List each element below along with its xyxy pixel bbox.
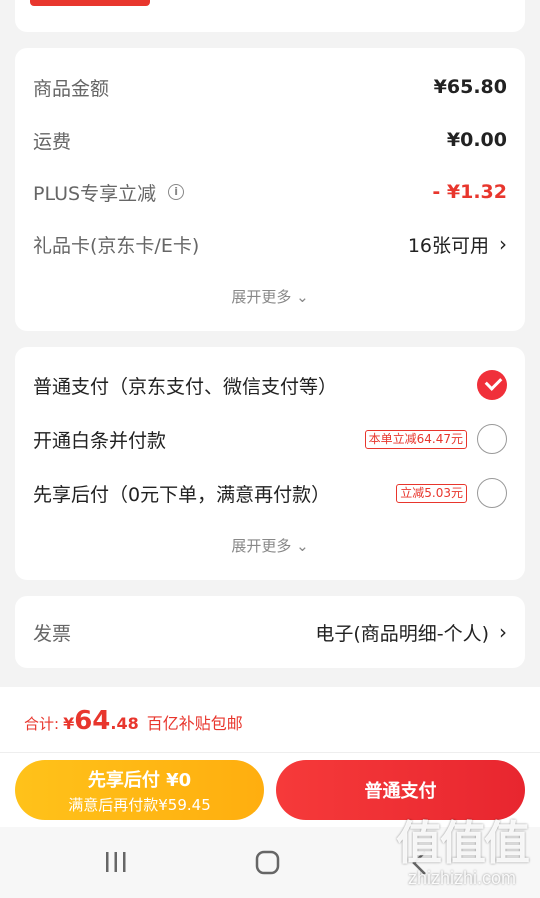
- plus-discount-label: PLUS专享立减: [33, 182, 157, 205]
- total-integer: 64: [74, 706, 111, 736]
- gift-card-label: 礼品卡(京东卡/E卡): [33, 234, 200, 257]
- goods-amount-row: 商品金额 ¥65.80: [33, 72, 507, 102]
- total-decimal: .48: [110, 714, 139, 733]
- watermark-title: 值值值: [396, 816, 530, 870]
- chevron-right-icon: ›: [499, 232, 507, 256]
- subsidy-label: 百亿补贴包邮: [146, 714, 243, 733]
- payment-method-card: 普通支付（京东支付、微信支付等） 开通白条并付款 本单立减64.47元 先享后付…: [15, 347, 525, 580]
- goods-amount-label: 商品金额: [33, 77, 110, 100]
- invoice-label: 发票: [33, 622, 72, 645]
- chevron-down-icon: ⌄: [296, 288, 309, 306]
- total-label: 合计:: [24, 715, 60, 733]
- info-icon[interactable]: i: [168, 184, 185, 200]
- payment-option-right: 立减5.03元: [396, 478, 507, 508]
- payment-option-label: 开通白条并付款: [33, 429, 167, 452]
- plus-discount-row: PLUS专享立减 i - ¥1.32: [33, 177, 507, 207]
- payment-option-label: 先享后付（0元下单，满意再付款）: [33, 483, 331, 506]
- normal-pay-label: 普通支付: [364, 781, 437, 802]
- pay-later-title: 先享后付 ¥0: [87, 769, 192, 791]
- expand-more-label: 展开更多: [231, 537, 292, 555]
- expand-more-payment-button[interactable]: 展开更多 ⌄: [15, 535, 525, 556]
- payment-option-pay-later[interactable]: 先享后付（0元下单，满意再付款） 立减5.03元: [33, 478, 507, 508]
- freight-row: 运费 ¥0.00: [33, 125, 507, 155]
- payment-option-normal[interactable]: 普通支付（京东支付、微信支付等）: [33, 370, 507, 400]
- radio-empty-icon[interactable]: [477, 424, 507, 454]
- price-summary-card: 商品金额 ¥65.80 运费 ¥0.00 PLUS专享立减 i - ¥1.32 …: [15, 48, 525, 331]
- normal-pay-button[interactable]: 普通支付: [276, 760, 525, 820]
- invoice-value-wrap: 电子(商品明细-个人) ›: [315, 619, 507, 646]
- invoice-value: 电子(商品明细-个人): [315, 622, 489, 645]
- check-circle-icon[interactable]: [477, 370, 507, 400]
- goods-amount-value: ¥65.80: [433, 76, 507, 98]
- plus-discount-label-wrap: PLUS专享立减 i: [33, 179, 185, 206]
- gift-card-row[interactable]: 礼品卡(京东卡/E卡) 16张可用 ›: [33, 229, 507, 259]
- plus-discount-value: - ¥1.32: [432, 181, 507, 203]
- payment-option-baitiao[interactable]: 开通白条并付款 本单立减64.47元: [33, 424, 507, 454]
- watermark-url: zhizhizhi.com: [407, 868, 517, 888]
- chevron-right-icon: ›: [499, 620, 507, 644]
- watermark-logo: 值值值 zhizhizhi.com: [396, 816, 530, 888]
- pay-later-subtitle: 满意后再付款¥59.45: [68, 795, 211, 814]
- divider: [0, 752, 540, 753]
- total-currency: ¥: [63, 714, 75, 733]
- expand-more-button[interactable]: 展开更多 ⌄: [15, 286, 525, 307]
- gift-card-value: 16张可用: [407, 234, 489, 257]
- gift-card-value-wrap: 16张可用 ›: [408, 231, 507, 258]
- freight-value: ¥0.00: [446, 129, 507, 151]
- radio-empty-icon[interactable]: [477, 478, 507, 508]
- discount-tag: 立减5.03元: [396, 483, 467, 503]
- chevron-down-icon: ⌄: [296, 537, 309, 555]
- payment-option-right: 本单立减64.47元: [364, 424, 507, 454]
- home-icon[interactable]: [255, 850, 281, 876]
- pay-later-button[interactable]: 先享后付 ¥0 满意后再付款¥59.45: [15, 760, 264, 820]
- recent-apps-icon[interactable]: [104, 851, 128, 873]
- invoice-row[interactable]: 发票 电子(商品明细-个人) ›: [33, 617, 507, 647]
- product-thumbnail-edge: [30, 0, 150, 6]
- freight-label: 运费: [33, 130, 72, 153]
- total-row: 合计: ¥ 64 .48 百亿补贴包邮: [24, 706, 243, 736]
- expand-more-label: 展开更多: [231, 288, 292, 306]
- discount-tag: 本单立减64.47元: [364, 429, 467, 449]
- invoice-card[interactable]: 发票 电子(商品明细-个人) ›: [15, 596, 525, 668]
- payment-option-label: 普通支付（京东支付、微信支付等）: [33, 375, 338, 398]
